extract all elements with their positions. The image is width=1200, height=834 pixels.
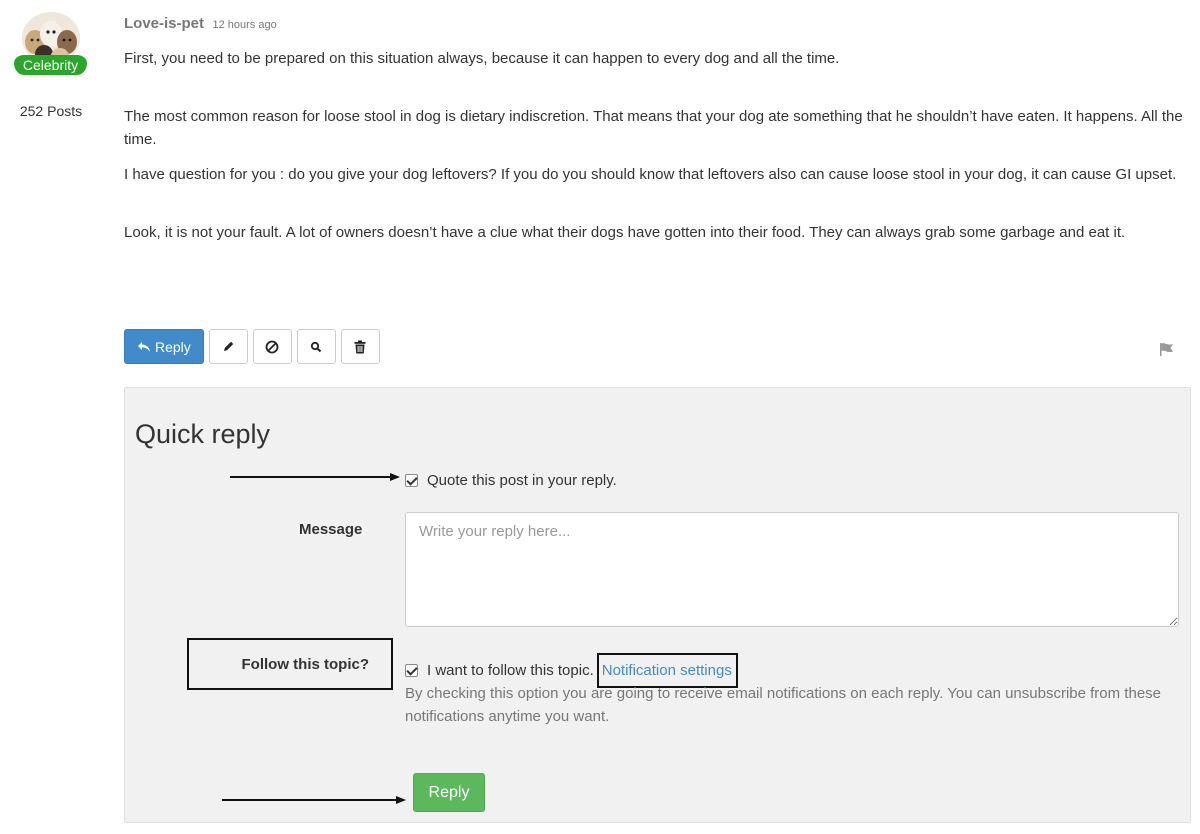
- trash-icon: [354, 340, 366, 353]
- submit-reply-button[interactable]: Reply: [413, 773, 485, 812]
- follow-topic-label: Follow this topic?: [241, 655, 370, 673]
- post-actions: Reply: [124, 329, 385, 364]
- reply-button-label: Reply: [155, 338, 191, 355]
- post-body: First, you need to be prepared on this s…: [124, 47, 1190, 256]
- post-header: Love-is-pet 12 hours ago: [124, 15, 277, 33]
- reply-button[interactable]: Reply: [124, 329, 204, 364]
- quick-reply-title: Quick reply: [135, 419, 271, 449]
- flag-icon: [1160, 343, 1173, 356]
- author-post-count: 252 Posts: [19, 103, 83, 119]
- flag-button[interactable]: [1158, 340, 1176, 358]
- post-paragraph: I have question for you : do you give yo…: [124, 166, 1177, 183]
- quote-label[interactable]: Quote this post in your reply.: [427, 472, 617, 489]
- reply-arrow-icon: [138, 341, 150, 352]
- annotation-arrow-icon: [222, 796, 406, 804]
- search-icon: [311, 341, 322, 352]
- annotation-arrow-icon: [230, 473, 400, 481]
- follow-topic-label-box: Follow this topic?: [187, 638, 393, 690]
- follow-help-text: By checking this option you are going to…: [405, 685, 1161, 725]
- pencil-icon: [223, 341, 233, 351]
- author-username[interactable]: Love-is-pet: [124, 15, 204, 32]
- author-badge: Celebrity: [14, 55, 87, 75]
- submit-reply-label: Reply: [428, 783, 470, 801]
- quote-checkbox[interactable]: [405, 474, 418, 487]
- message-input[interactable]: [405, 512, 1179, 627]
- block-icon: [265, 340, 279, 353]
- search-button[interactable]: [296, 329, 336, 364]
- block-button[interactable]: [252, 329, 292, 364]
- follow-checkbox[interactable]: [405, 664, 418, 677]
- post-paragraph: Look, it is not your fault. A lot of own…: [124, 224, 1126, 241]
- post-paragraph: First, you need to be prepared on this s…: [124, 50, 840, 67]
- follow-text[interactable]: I want to follow this topic.: [427, 662, 594, 679]
- delete-button[interactable]: [340, 329, 380, 364]
- edit-button[interactable]: [208, 329, 248, 364]
- post-timestamp[interactable]: 12 hours ago: [212, 19, 276, 31]
- post-paragraph: The most common reason for loose stool i…: [124, 108, 1183, 148]
- quote-option: Quote this post in your reply.: [405, 472, 617, 489]
- message-label: Message: [299, 521, 363, 538]
